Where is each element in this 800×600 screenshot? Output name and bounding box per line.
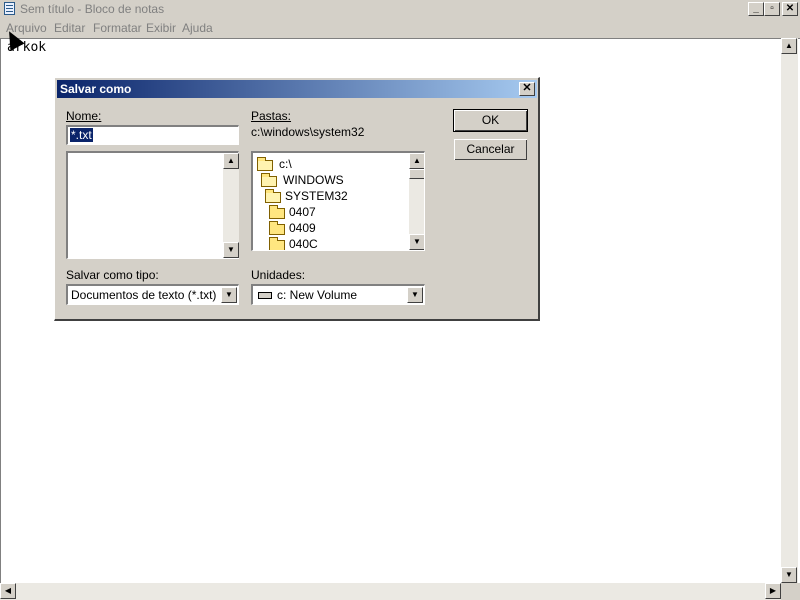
drive-select[interactable]: c: New Volume ▼ (251, 284, 425, 305)
file-type-select[interactable]: Documentos de texto (*.txt) ▼ (66, 284, 239, 305)
open-folder-icon (257, 157, 273, 171)
chevron-down-icon[interactable]: ▼ (221, 287, 237, 303)
menu-formatar[interactable]: Formatar (93, 21, 142, 35)
file-type-value: Documentos de texto (*.txt) (71, 288, 217, 302)
file-list-scrollbar[interactable]: ▲ ▼ (223, 153, 239, 258)
folder-tree-scroll-down[interactable]: ▼ (409, 234, 424, 250)
folder-tree[interactable]: c:\ WINDOWS SYSTEM32 0407 0409 040C ▲ ▼ (251, 151, 425, 251)
folder-tree-scrollbar[interactable]: ▲ ▼ (409, 153, 424, 250)
save-as-dialog: Salvar como ✕ Nome: *.txt ▲ ▼ Pastas: c:… (54, 77, 540, 321)
folder-item[interactable]: 0407 (269, 205, 407, 221)
chevron-down-icon[interactable]: ▼ (407, 287, 423, 303)
dialog-title: Salvar como (60, 82, 132, 96)
folder-label: SYSTEM32 (285, 189, 348, 203)
folder-tree-scroll-up[interactable]: ▲ (409, 153, 424, 169)
menu-exibir[interactable]: Exibir (146, 21, 176, 35)
size-grip[interactable] (781, 583, 800, 600)
open-folder-icon (265, 189, 281, 203)
file-name-value: *.txt (70, 128, 93, 142)
close-button[interactable]: ✕ (782, 2, 798, 16)
folder-item[interactable]: 040C (269, 237, 407, 251)
file-name-input[interactable]: *.txt (66, 125, 239, 145)
notepad-icon (4, 2, 15, 15)
menu-editar[interactable]: Editar (54, 21, 85, 35)
open-folder-icon (261, 173, 277, 187)
folder-item[interactable]: WINDOWS (261, 173, 407, 189)
drives-label: Unidades: (251, 268, 306, 282)
drive-value: c: New Volume (277, 288, 358, 302)
file-list-scroll-up[interactable]: ▲ (223, 153, 239, 169)
title-bar[interactable]: Sem título - Bloco de notas _ ▫ ✕ (0, 0, 800, 18)
folder-item[interactable]: 0409 (269, 221, 407, 237)
folder-label: c:\ (279, 157, 292, 171)
name-label: Nome: (66, 109, 102, 123)
folder-label: WINDOWS (283, 173, 344, 187)
drive-icon (258, 292, 272, 299)
dialog-close-button[interactable]: ✕ (519, 82, 535, 96)
file-list[interactable]: ▲ ▼ (66, 151, 239, 259)
file-list-scroll-down[interactable]: ▼ (223, 242, 239, 258)
current-path: c:\windows\system32 (251, 125, 365, 139)
cancel-button[interactable]: Cancelar (453, 138, 528, 161)
folder-label: 0409 (289, 221, 316, 235)
scroll-left-button[interactable]: ◀ (0, 583, 16, 599)
scroll-down-button[interactable]: ▼ (781, 567, 797, 583)
folder-icon (269, 237, 285, 250)
folders-label: Pastas: (251, 109, 292, 123)
dialog-title-bar[interactable]: Salvar como ✕ (57, 80, 537, 98)
maximize-button[interactable]: ▫ (764, 2, 780, 16)
folder-icon (269, 221, 285, 235)
ok-button[interactable]: OK (453, 109, 528, 132)
horizontal-scrollbar[interactable]: ◀ ▶ (0, 583, 781, 600)
window-title: Sem título - Bloco de notas (20, 2, 165, 16)
menu-bar: Arquivo Editar Formatar Exibir Ajuda (0, 18, 800, 38)
scroll-up-button[interactable]: ▲ (781, 38, 797, 54)
folder-tree-scroll-thumb[interactable] (409, 169, 424, 179)
folder-item[interactable]: SYSTEM32 (265, 189, 407, 205)
file-type-label: Salvar como tipo: (66, 268, 159, 282)
vertical-scrollbar[interactable]: ▲ ▼ (781, 38, 798, 583)
folder-label: 0407 (289, 205, 316, 219)
minimize-button[interactable]: _ (748, 2, 764, 16)
folder-item[interactable]: c:\ (257, 157, 407, 173)
folder-icon (269, 205, 285, 219)
folder-label: 040C (289, 237, 318, 251)
scroll-right-button[interactable]: ▶ (765, 583, 781, 599)
menu-ajuda[interactable]: Ajuda (182, 21, 213, 35)
